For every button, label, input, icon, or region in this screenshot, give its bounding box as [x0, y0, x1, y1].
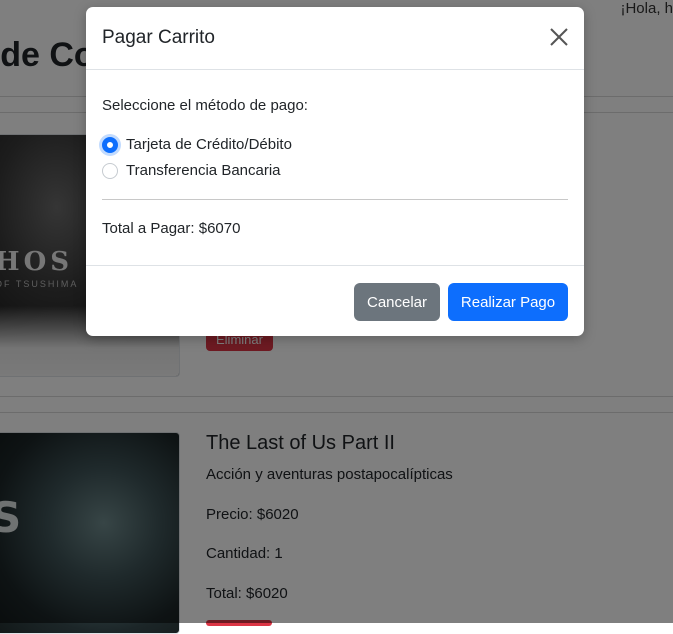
cancel-button[interactable]: Cancelar	[354, 283, 440, 321]
modal-header: Pagar Carrito	[86, 7, 584, 70]
radio-bank-transfer[interactable]: Transferencia Bancaria	[102, 162, 281, 179]
payment-method-prompt: Seleccione el método de pago:	[102, 97, 308, 114]
radio-label: Transferencia Bancaria	[126, 162, 281, 179]
divider	[102, 199, 568, 200]
modal-footer: Cancelar Realizar Pago	[86, 265, 584, 336]
close-button[interactable]	[546, 24, 572, 50]
radio-button-unchecked[interactable]	[102, 162, 118, 179]
radio-button-checked[interactable]	[102, 136, 118, 153]
total-to-pay: Total a Pagar: $6070	[102, 220, 241, 237]
payment-modal: Pagar Carrito Seleccione el método de pa…	[86, 7, 584, 336]
radio-credit-card[interactable]: Tarjeta de Crédito/Débito	[102, 136, 292, 153]
radio-label: Tarjeta de Crédito/Débito	[126, 136, 292, 153]
pay-button[interactable]: Realizar Pago	[448, 283, 568, 321]
modal-title: Pagar Carrito	[102, 27, 215, 48]
close-icon	[550, 28, 568, 46]
